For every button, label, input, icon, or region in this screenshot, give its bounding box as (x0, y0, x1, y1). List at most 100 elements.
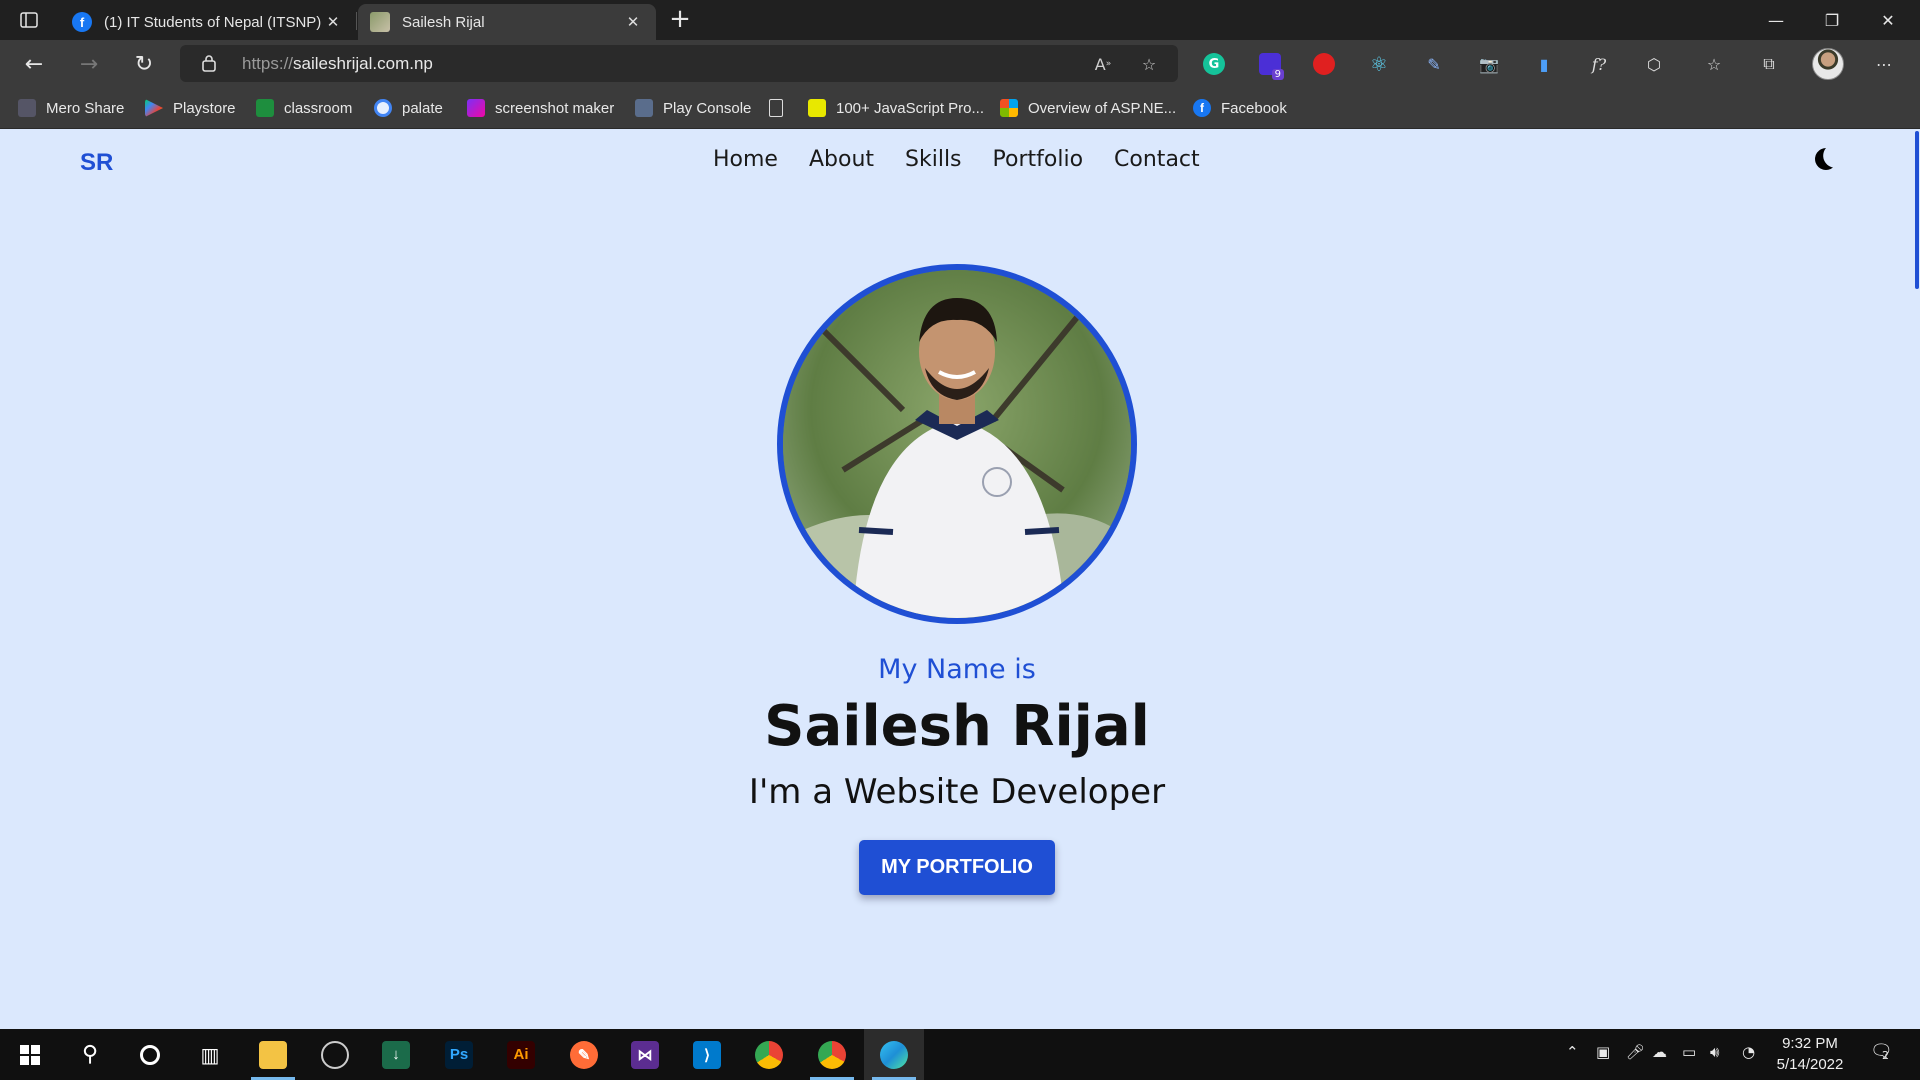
tab-itsnp[interactable]: f (1) IT Students of Nepal (ITSNP) | ✕ (60, 4, 356, 40)
cortana-icon (140, 1044, 160, 1065)
tab-actions-icon (20, 12, 38, 28)
tab-sailesh-rijal[interactable]: Sailesh Rijal ✕ (358, 4, 656, 40)
downloader-icon: ↓ (382, 1040, 410, 1069)
nav-skills[interactable]: Skills (905, 147, 962, 172)
folder-icon (259, 1040, 287, 1069)
nav-portfolio[interactable]: Portfolio (993, 147, 1084, 172)
close-window-button[interactable]: ✕ (1860, 0, 1916, 40)
microphone-icon[interactable]: 🎤︎ (1626, 1043, 1645, 1061)
my-portfolio-button[interactable]: MY PORTFOLIO (859, 840, 1055, 895)
read-aloud-icon[interactable]: A» (1092, 53, 1114, 75)
adblock-icon[interactable] (1310, 50, 1338, 78)
favorite-javascript-projects[interactable]: 100+ JavaScript Pro... (808, 97, 984, 119)
page-scrollbar[interactable] (1914, 129, 1920, 1029)
back-button[interactable]: ← (18, 48, 50, 80)
search-icon: ⚲ (81, 1042, 99, 1067)
extensions-icon[interactable]: ⬡ (1640, 50, 1668, 78)
postman-icon: ✎ (570, 1040, 598, 1069)
volume-icon[interactable]: 🔊︎ (1710, 1043, 1719, 1061)
new-tab-button[interactable]: + (666, 6, 694, 34)
tab-actions-button[interactable] (14, 8, 44, 32)
site-nav: Home About Skills Portfolio Contact (713, 147, 1200, 172)
taskbar-edge[interactable] (864, 1029, 924, 1080)
collections-icon[interactable]: ⧉ (1755, 50, 1783, 78)
nav-about[interactable]: About (809, 147, 874, 172)
favorite-mero-share[interactable]: Mero Share (18, 97, 124, 119)
nav-home[interactable]: Home (713, 147, 778, 172)
start-button[interactable] (0, 1029, 60, 1080)
taskbar-chrome-profile[interactable] (802, 1029, 862, 1080)
font-finder-icon[interactable]: f? (1585, 50, 1613, 78)
grammarly-icon[interactable]: G (1200, 50, 1228, 78)
react-devtools-icon[interactable]: ⚛ (1365, 50, 1393, 78)
add-favorite-icon[interactable]: ☆ (1138, 53, 1160, 75)
show-hidden-icons-chevron-icon[interactable]: ⌃ (1566, 1043, 1579, 1061)
favorite-aspnet-overview[interactable]: Overview of ASP.NE... (1000, 97, 1176, 119)
cortana-button[interactable] (120, 1029, 180, 1080)
tab-close-button[interactable]: ✕ (622, 13, 644, 31)
title-bar: f (1) IT Students of Nepal (ITSNP) | ✕ S… (0, 0, 1920, 40)
notification-count: 2 (1882, 1049, 1889, 1062)
search-button[interactable]: ⚲ (60, 1029, 120, 1080)
taskbar-chrome[interactable] (739, 1029, 799, 1080)
minimize-button[interactable]: — (1748, 0, 1804, 40)
nav-contact[interactable]: Contact (1114, 147, 1200, 172)
profile-avatar[interactable] (1812, 48, 1844, 80)
taskbar-vscode[interactable]: ⟩ (677, 1029, 737, 1080)
favorite-page[interactable] (769, 97, 793, 119)
page-viewport: SR Home About Skills Portfolio Contact M… (0, 129, 1920, 1029)
favorite-label: Play Console (663, 99, 752, 117)
favorites-icon[interactable]: ☆ (1700, 50, 1728, 78)
restore-button[interactable]: ❐ (1804, 0, 1860, 40)
chrome-profile-icon (818, 1040, 846, 1069)
tab-close-button[interactable]: ✕ (322, 13, 344, 31)
system-clock[interactable]: 9:32 PM 5/14/2022 (1770, 1033, 1850, 1075)
more-menu-icon[interactable]: ⋯ (1870, 50, 1898, 78)
page-icon (769, 99, 783, 117)
task-view-button[interactable]: ▥ (180, 1029, 240, 1080)
refresh-button[interactable]: ↻ (128, 48, 160, 80)
scrollbar-thumb[interactable] (1915, 131, 1919, 289)
browser-toolbar: ← → ↻ https://saileshrijal.com.np A» ☆ G… (0, 40, 1920, 87)
analytics-icon[interactable]: ▮ (1530, 50, 1558, 78)
favorite-facebook[interactable]: f Facebook (1193, 97, 1287, 119)
onedrive-cloud-icon[interactable]: ☁ (1652, 1043, 1667, 1061)
favorite-classroom[interactable]: classroom (256, 97, 352, 119)
screenshot-icon[interactable]: 📷 (1475, 50, 1503, 78)
taskbar-postman[interactable]: ✎ (554, 1029, 614, 1080)
photoshop-icon: Ps (445, 1040, 473, 1069)
site-logo[interactable]: SR (80, 149, 113, 177)
task-view-icon: ▥ (200, 1042, 220, 1067)
facebook-icon: f (1193, 99, 1211, 117)
color-picker-icon[interactable]: ✎ (1420, 50, 1448, 78)
taskbar-photoshop[interactable]: Ps (429, 1029, 489, 1080)
microsoft-icon (1000, 99, 1018, 117)
taskbar-illustrator[interactable]: Ai (491, 1029, 551, 1080)
classroom-icon (256, 99, 274, 117)
favorites-bar: Mero Share Playstore classroom palate sc… (0, 87, 1920, 129)
url-scheme: https:// (242, 54, 294, 73)
intro-text: My Name is (878, 654, 1036, 685)
forward-button[interactable]: → (73, 48, 105, 80)
favorite-palate[interactable]: palate (374, 97, 443, 119)
taskbar-obs[interactable] (305, 1029, 365, 1080)
tab-title: Sailesh Rijal (402, 13, 485, 31)
favorite-screenshot-maker[interactable]: screenshot maker (467, 97, 614, 119)
dark-mode-toggle-moon-icon[interactable] (1808, 145, 1836, 173)
vscode-icon: ⟩ (693, 1040, 721, 1069)
extension-badge-icon[interactable]: 9 (1256, 50, 1284, 80)
address-bar[interactable]: https://saileshrijal.com.np A» ☆ (180, 45, 1178, 82)
wifi-icon[interactable]: ◔ (1742, 1043, 1755, 1061)
taskbar-visual-studio[interactable]: ⋈ (615, 1029, 675, 1080)
taskbar-file-explorer[interactable] (243, 1029, 303, 1080)
taskbar-downloader[interactable]: ↓ (366, 1029, 426, 1080)
favorite-play-console[interactable]: Play Console (635, 97, 751, 119)
javascript-icon (808, 99, 826, 117)
meet-now-icon[interactable]: ▣ (1596, 1043, 1610, 1061)
screenshot-maker-icon (467, 99, 485, 117)
battery-icon[interactable]: ▭ (1682, 1043, 1696, 1061)
url-text: https://saileshrijal.com.np (242, 54, 433, 74)
notifications-button[interactable]: 🗨︎ 2 (1870, 1041, 1893, 1062)
favorite-playstore[interactable]: Playstore (145, 97, 236, 119)
windows-logo-icon (20, 1044, 40, 1065)
